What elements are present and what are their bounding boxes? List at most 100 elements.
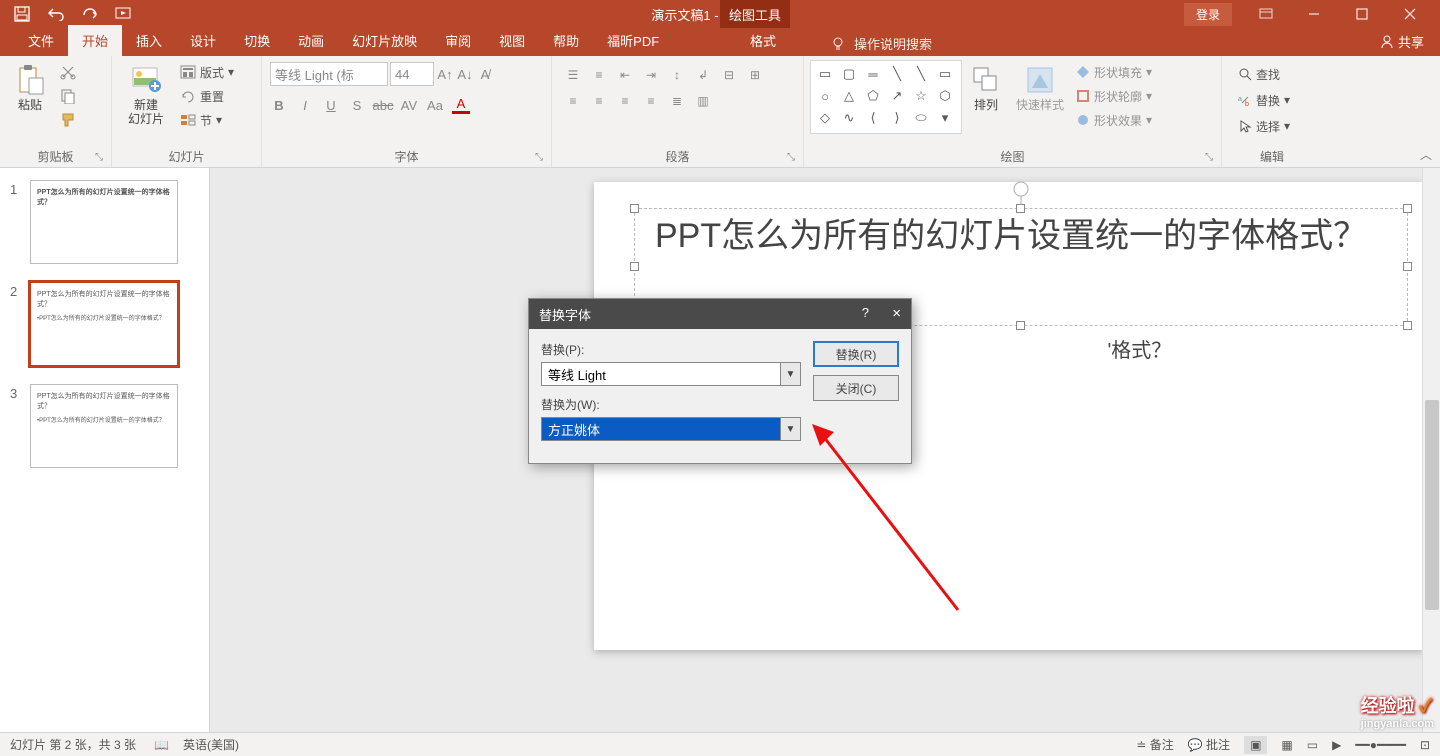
align-right-button[interactable]: ≡	[614, 90, 636, 112]
normal-view-icon[interactable]: ▣	[1244, 736, 1267, 754]
quickstyle-icon	[1024, 64, 1056, 96]
align-text-button[interactable]: ⊟	[718, 64, 740, 86]
slideshow-icon[interactable]	[112, 2, 136, 26]
select-button[interactable]: 选择 ▾	[1236, 116, 1292, 136]
tab-foxit[interactable]: 福昕PDF	[593, 25, 673, 56]
draw-dialog-launcher[interactable]: ⤡	[1205, 152, 1213, 163]
tab-file[interactable]: 文件	[14, 25, 68, 56]
slideshow-view-icon[interactable]: ▶	[1332, 738, 1341, 752]
reading-view-icon[interactable]: ▭	[1307, 738, 1318, 752]
dialog-help-icon[interactable]: ?	[862, 305, 869, 320]
shape-fill-button[interactable]: 形状填充 ▾	[1074, 62, 1154, 82]
zoom-slider[interactable]: ━━●━━━━	[1355, 738, 1406, 752]
increase-indent-button[interactable]: ⇥	[640, 64, 662, 86]
shapes-gallery[interactable]: ▭▢═╲╲▭ ○△⬠↗☆⬡ ◇∿⟨⟩⬭▾	[810, 60, 962, 134]
font-color-button[interactable]: A	[452, 96, 470, 114]
section-button[interactable]: 节 ▾	[178, 110, 236, 130]
tab-transitions[interactable]: 切换	[230, 25, 284, 56]
tab-design[interactable]: 设计	[176, 25, 230, 56]
thumb-2[interactable]: 2 PPT怎么为所有的幻灯片设置统一的字体格式？•PPT怎么为所有的幻灯片设置统…	[10, 282, 199, 366]
quick-styles-button[interactable]: 快速样式	[1010, 60, 1070, 116]
font-name-combo[interactable]: 等线 Light (标	[270, 62, 388, 86]
tab-home[interactable]: 开始	[68, 25, 122, 56]
ribbon-options-icon[interactable]	[1242, 0, 1290, 28]
shadow-button[interactable]: S	[348, 96, 366, 114]
replace-button[interactable]: ab替换 ▾	[1236, 90, 1292, 110]
thumb-1[interactable]: 1 PPT怎么为所有的幻灯片设置统一的字体格式？	[10, 180, 199, 264]
clipboard-dialog-launcher[interactable]: ⤡	[95, 152, 103, 163]
minimize-icon[interactable]	[1290, 0, 1338, 28]
bullets-button[interactable]: ☰	[562, 64, 584, 86]
layout-button[interactable]: 版式 ▾	[178, 62, 236, 82]
shape-effects-button[interactable]: 形状效果 ▾	[1074, 110, 1154, 130]
login-button[interactable]: 登录	[1184, 3, 1232, 26]
maximize-icon[interactable]	[1338, 0, 1386, 28]
find-button[interactable]: 查找	[1236, 64, 1292, 84]
close-icon[interactable]	[1386, 0, 1434, 28]
tab-review[interactable]: 审阅	[431, 25, 485, 56]
cut-button[interactable]	[58, 62, 78, 82]
clear-format-icon[interactable]: A̸	[476, 65, 494, 83]
distribute-button[interactable]: ≣	[666, 90, 688, 112]
tab-view[interactable]: 视图	[485, 25, 539, 56]
tab-slideshow[interactable]: 幻灯片放映	[338, 25, 431, 56]
italic-button[interactable]: I	[296, 96, 314, 114]
convert-smartart-button[interactable]: ⊞	[744, 64, 766, 86]
redo-icon[interactable]	[78, 2, 102, 26]
dialog-close-icon[interactable]: ×	[892, 305, 901, 322]
sorter-view-icon[interactable]: ▦	[1281, 738, 1292, 752]
group-clipboard: 粘贴 剪贴板⤡	[0, 56, 112, 167]
tab-format[interactable]: 格式	[736, 25, 790, 56]
shape-outline-button[interactable]: 形状轮廓 ▾	[1074, 86, 1154, 106]
justify-button[interactable]: ≡	[640, 90, 662, 112]
grow-font-icon[interactable]: A↑	[436, 65, 454, 83]
comments-button[interactable]: 💬 批注	[1188, 736, 1230, 753]
tell-me-search[interactable]: 操作说明搜索	[830, 34, 932, 53]
collapse-ribbon-icon[interactable]: ︿	[1420, 146, 1432, 163]
paste-button[interactable]: 粘贴	[6, 60, 54, 116]
replace-font-combo[interactable]: ▼	[541, 362, 801, 386]
char-spacing-button[interactable]: AV	[400, 96, 418, 114]
copy-button[interactable]	[58, 86, 78, 106]
font-size-combo[interactable]: 44	[390, 62, 434, 86]
language-status[interactable]: 英语(美国)	[183, 736, 239, 753]
replace-button[interactable]: 替换(R)	[813, 341, 899, 367]
title-text[interactable]: PPT怎么为所有的幻灯片设置统一的字体格式？	[635, 209, 1407, 263]
numbering-button[interactable]: ≡	[588, 64, 610, 86]
bold-button[interactable]: B	[270, 96, 288, 114]
new-slide-button[interactable]: 新建 幻灯片	[118, 60, 174, 130]
thumb-3[interactable]: 3 PPT怎么为所有的幻灯片设置统一的字体格式？•PPT怎么为所有的幻灯片设置统…	[10, 384, 199, 468]
text-direction-button[interactable]: ↲	[692, 64, 714, 86]
para-dialog-launcher[interactable]: ⤡	[787, 152, 795, 163]
format-painter-button[interactable]	[58, 110, 78, 130]
line-spacing-button[interactable]: ↕	[666, 64, 688, 86]
tab-insert[interactable]: 插入	[122, 25, 176, 56]
font-dialog-launcher[interactable]: ⤡	[535, 152, 543, 163]
chevron-down-icon[interactable]: ▼	[780, 363, 800, 385]
shrink-font-icon[interactable]: A↓	[456, 65, 474, 83]
save-icon[interactable]	[10, 2, 34, 26]
spellcheck-icon[interactable]: 📖	[154, 738, 169, 752]
align-left-button[interactable]: ≡	[562, 90, 584, 112]
align-center-button[interactable]: ≡	[588, 90, 610, 112]
change-case-button[interactable]: Aa	[426, 96, 444, 114]
cursor-icon	[1238, 119, 1252, 133]
decrease-indent-button[interactable]: ⇤	[614, 64, 636, 86]
fit-window-icon[interactable]: ⊡	[1420, 738, 1430, 752]
strike-button[interactable]: abc	[374, 96, 392, 114]
close-button[interactable]: 关闭(C)	[813, 375, 899, 401]
dialog-titlebar[interactable]: 替换字体 ? ×	[529, 299, 911, 329]
chevron-down-icon[interactable]: ▼	[780, 418, 800, 440]
notes-button[interactable]: ≐ 备注	[1136, 736, 1173, 753]
columns-button[interactable]: ▥	[692, 90, 714, 112]
with-font-combo[interactable]: ▼	[541, 417, 801, 441]
rotate-handle-icon[interactable]	[1013, 181, 1029, 205]
reset-button[interactable]: 重置	[178, 86, 236, 106]
underline-button[interactable]: U	[322, 96, 340, 114]
vertical-scrollbar[interactable]	[1422, 168, 1440, 732]
tab-animations[interactable]: 动画	[284, 25, 338, 56]
tab-help[interactable]: 帮助	[539, 25, 593, 56]
share-button[interactable]: 共享	[1380, 32, 1424, 51]
undo-icon[interactable]	[44, 2, 68, 26]
arrange-button[interactable]: 排列	[962, 60, 1010, 116]
